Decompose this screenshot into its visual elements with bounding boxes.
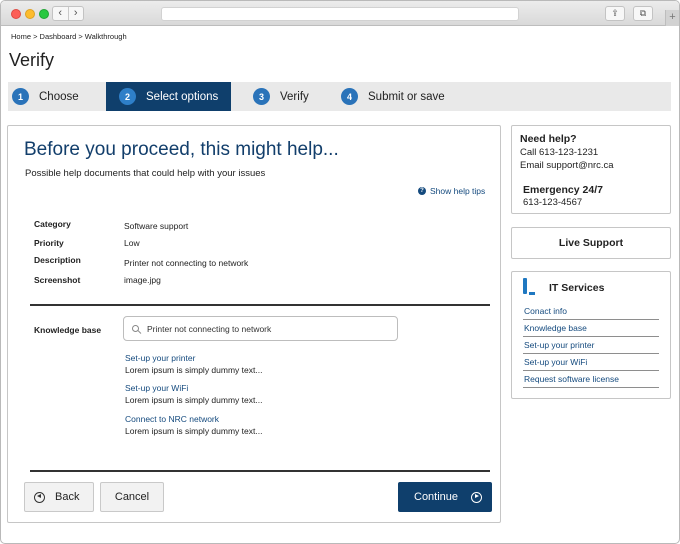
knowledge-base-search-input[interactable]: Printer not connecting to network bbox=[123, 316, 398, 341]
help-panel: Before you proceed, this might help... P… bbox=[7, 125, 501, 523]
help-heading: Before you proceed, this might help... bbox=[24, 139, 339, 160]
emergency-title: Emergency 24/7 bbox=[523, 184, 603, 196]
need-help-box: Need help? Call 613-123-1231 Email suppo… bbox=[511, 125, 671, 214]
arrow-right-circle-icon bbox=[471, 491, 483, 503]
back-label: Back bbox=[55, 491, 80, 503]
continue-button[interactable]: Continue bbox=[398, 482, 492, 512]
zoom-window-button[interactable] bbox=[39, 9, 49, 19]
section-divider bbox=[30, 470, 490, 472]
step-number: 2 bbox=[119, 88, 136, 105]
priority-value: Low bbox=[124, 238, 140, 248]
category-label: Category bbox=[34, 219, 71, 229]
step-verify[interactable]: 3 Verify bbox=[253, 82, 343, 111]
kb-result: Set-up your printer Lorem ipsum is simpl… bbox=[125, 353, 425, 375]
new-tab-icon[interactable]: + bbox=[665, 10, 679, 26]
show-help-tips-link[interactable]: ? Show help tips bbox=[418, 186, 485, 196]
show-help-tips-label: Show help tips bbox=[430, 186, 486, 196]
cancel-button[interactable]: Cancel bbox=[100, 482, 164, 512]
page-title: Verify bbox=[9, 50, 55, 70]
step-label: Verify bbox=[280, 90, 309, 103]
it-link-knowledge-base[interactable]: Knowledge base bbox=[523, 320, 659, 337]
share-icon[interactable]: ⇪ bbox=[605, 6, 625, 21]
address-bar[interactable] bbox=[161, 7, 519, 21]
tabs-overview-icon[interactable]: ⧉ bbox=[633, 6, 653, 21]
step-number: 3 bbox=[253, 88, 270, 105]
kb-result-desc: Lorem ipsum is simply dummy text... bbox=[125, 395, 263, 405]
support-phone: Call 613-123-1231 bbox=[520, 147, 599, 158]
search-value: Printer not connecting to network bbox=[147, 323, 272, 334]
browser-window: ‹ › ⇪ ⧉ + Home > Dashboard > Walkthrough… bbox=[0, 0, 680, 544]
step-submit-or-save[interactable]: 4 Submit or save bbox=[341, 82, 471, 111]
step-label: Choose bbox=[39, 90, 79, 103]
browser-toolbar: ‹ › ⇪ ⧉ + bbox=[1, 1, 679, 26]
cancel-label: Cancel bbox=[114, 491, 150, 503]
kb-result-desc: Lorem ipsum is simply dummy text... bbox=[125, 426, 263, 436]
it-services-header: IT Services bbox=[523, 278, 659, 295]
kb-result-link[interactable]: Connect to NRC network bbox=[125, 414, 425, 424]
back-button[interactable]: Back bbox=[24, 482, 94, 512]
it-link-setup-printer[interactable]: Set-up your printer bbox=[523, 337, 659, 354]
minimize-window-button[interactable] bbox=[25, 9, 35, 19]
kb-result-link[interactable]: Set-up your printer bbox=[125, 353, 425, 363]
question-icon: ? bbox=[418, 187, 426, 195]
category-value: Software support bbox=[124, 221, 189, 231]
live-support-button[interactable]: Live Support bbox=[511, 227, 671, 259]
close-window-button[interactable] bbox=[11, 9, 21, 19]
screenshot-label: Screenshot bbox=[34, 275, 81, 285]
knowledge-base-label: Knowledge base bbox=[34, 325, 102, 335]
step-select-options[interactable]: 2 Select options bbox=[106, 82, 231, 111]
support-email: Email support@nrc.ca bbox=[520, 160, 614, 171]
it-services-title: IT Services bbox=[549, 281, 605, 294]
help-subheading: Possible help documents that could help … bbox=[25, 168, 266, 179]
description-value: Printer not connecting to network bbox=[124, 258, 249, 268]
it-services-box: IT Services Conact info Knowledge base S… bbox=[511, 271, 671, 399]
monitor-icon bbox=[523, 278, 541, 295]
it-services-links: Conact info Knowledge base Set-up your p… bbox=[523, 303, 659, 388]
step-number: 4 bbox=[341, 88, 358, 105]
kb-result-link[interactable]: Set-up your WiFi bbox=[125, 383, 425, 393]
back-arrow-icon[interactable]: ‹ bbox=[53, 7, 69, 20]
screenshot-value[interactable]: image.jpg bbox=[124, 275, 161, 285]
step-label: Submit or save bbox=[368, 90, 445, 103]
step-choose[interactable]: 1 Choose bbox=[12, 82, 108, 111]
forward-arrow-icon[interactable]: › bbox=[69, 7, 84, 20]
need-help-title: Need help? bbox=[520, 133, 577, 145]
it-link-contact-info[interactable]: Conact info bbox=[523, 303, 659, 320]
it-link-setup-wifi[interactable]: Set-up your WiFi bbox=[523, 354, 659, 371]
continue-label: Continue bbox=[414, 491, 459, 503]
kb-result-desc: Lorem ipsum is simply dummy text... bbox=[125, 365, 263, 375]
progress-steps: 1 Choose 2 Select options 3 Verify 4 Sub… bbox=[8, 82, 671, 111]
it-link-request-software[interactable]: Request software license bbox=[523, 371, 659, 388]
kb-result: Set-up your WiFi Lorem ipsum is simply d… bbox=[125, 383, 425, 405]
history-nav: ‹ › bbox=[52, 6, 84, 21]
breadcrumb[interactable]: Home > Dashboard > Walkthrough bbox=[11, 32, 127, 41]
step-number: 1 bbox=[12, 88, 29, 105]
emergency-phone: 613-123-4567 bbox=[523, 197, 583, 208]
priority-label: Priority bbox=[34, 238, 64, 248]
section-divider bbox=[30, 304, 490, 306]
arrow-left-circle-icon bbox=[34, 491, 45, 503]
search-icon bbox=[132, 325, 139, 332]
step-label: Select options bbox=[146, 90, 219, 103]
description-label: Description bbox=[34, 255, 81, 265]
kb-result: Connect to NRC network Lorem ipsum is si… bbox=[125, 414, 425, 436]
